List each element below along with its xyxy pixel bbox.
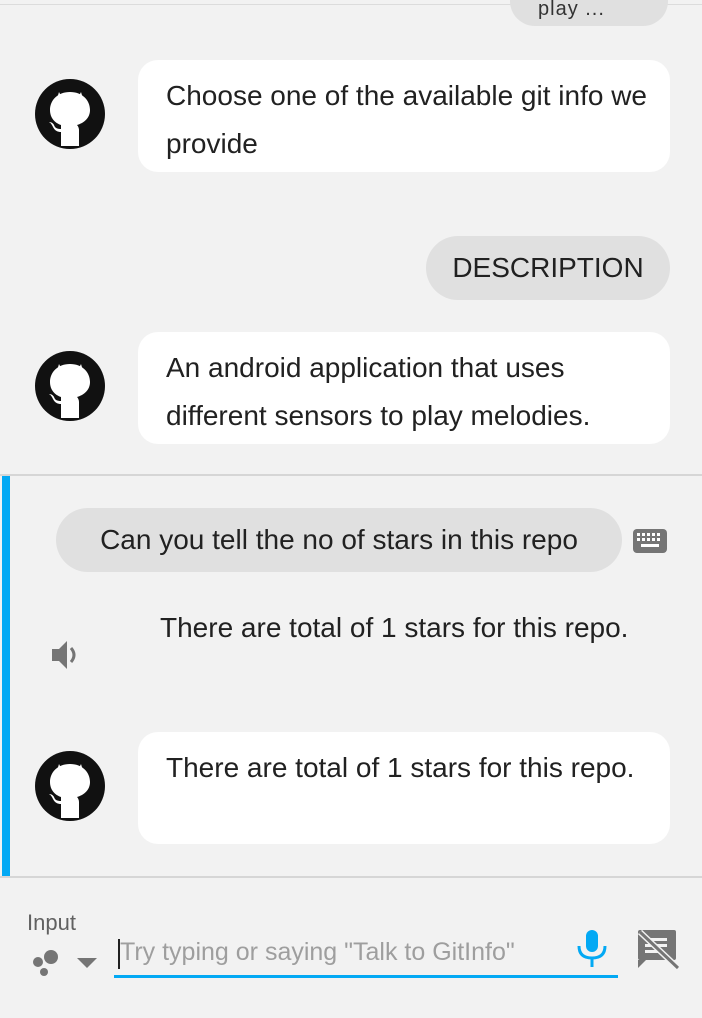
bot-message-text: An android application that uses differe…	[166, 352, 591, 431]
spoken-response: There are total of 1 stars for this repo…	[160, 612, 629, 643]
user-query-text: Can you tell the no of stars in this rep…	[100, 524, 578, 555]
bot-message-text: Choose one of the available git info we …	[166, 80, 647, 159]
keyboard-icon[interactable]	[632, 528, 668, 556]
user-query-chip[interactable]: Can you tell the no of stars in this rep…	[56, 508, 622, 572]
input-label: Input	[27, 910, 76, 935]
current-turn-indicator	[2, 476, 10, 876]
bot-message-bubble: An android application that uses differe…	[138, 332, 670, 444]
microphone-icon[interactable]	[574, 928, 610, 970]
bot-message-bubble: Choose one of the available git info we …	[138, 60, 670, 172]
bot-message-text: There are total of 1 stars for this repo…	[166, 752, 635, 783]
bot-message-bubble: There are total of 1 stars for this repo…	[138, 732, 670, 844]
previous-user-chip[interactable]: play ...	[510, 0, 668, 26]
previous-user-chip-text: play ...	[538, 0, 605, 20]
volume-icon[interactable]	[50, 638, 84, 672]
assistant-dots-icon[interactable]	[30, 946, 64, 978]
user-chip-description[interactable]: DESCRIPTION	[426, 236, 670, 300]
query-input[interactable]	[114, 930, 618, 978]
no-display-icon[interactable]	[636, 928, 680, 970]
user-chip-text: DESCRIPTION	[452, 252, 644, 283]
github-icon	[35, 79, 105, 149]
caret-down-icon[interactable]	[76, 956, 98, 970]
github-icon	[35, 351, 105, 421]
text-cursor	[118, 939, 120, 969]
github-icon	[35, 751, 105, 821]
